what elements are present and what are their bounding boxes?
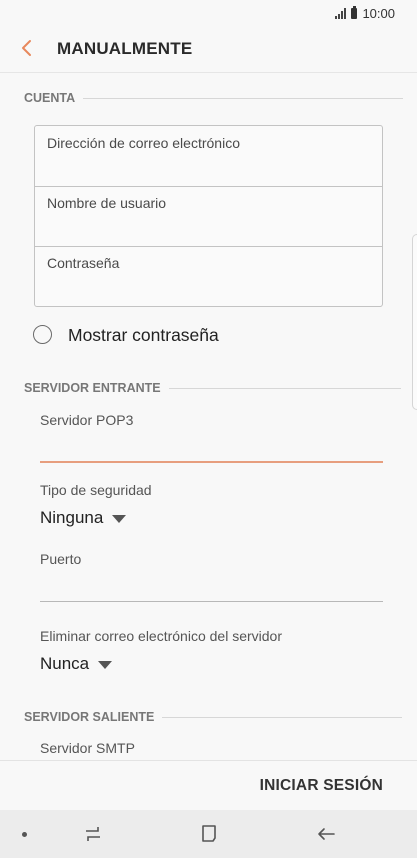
show-password-label[interactable]: Mostrar contraseña xyxy=(68,325,219,346)
security-type-value: Ninguna xyxy=(40,508,104,527)
section-label: SERVIDOR ENTRANTE xyxy=(24,381,161,395)
pop3-server-label: Servidor POP3 xyxy=(40,412,134,428)
security-type-label: Tipo de seguridad xyxy=(40,482,152,498)
username-field-label: Nombre de usuario xyxy=(47,195,167,211)
section-header-cuenta: CUENTA xyxy=(24,91,404,105)
recent-apps-icon[interactable] xyxy=(81,822,105,846)
pop3-server-input[interactable] xyxy=(40,461,383,463)
page-title: MANUALMENTE xyxy=(57,39,193,58)
show-password-radio[interactable] xyxy=(33,325,52,344)
security-type-dropdown[interactable]: Ninguna xyxy=(40,508,127,528)
dropdown-arrow-icon xyxy=(112,515,127,523)
delete-from-server-dropdown[interactable]: Nunca xyxy=(40,654,113,674)
navigation-bar xyxy=(0,810,417,858)
section-header-outgoing: SERVIDOR SALIENTE xyxy=(24,710,403,724)
delete-from-server-label: Eliminar correo electrónico del servidor xyxy=(40,628,282,644)
account-fields-box: Dirección de correo electrónico Nombre d… xyxy=(34,125,383,307)
section-divider xyxy=(83,97,404,99)
home-icon[interactable] xyxy=(197,822,221,846)
section-label: SERVIDOR SALIENTE xyxy=(24,710,155,724)
app-header: MANUALMENTE xyxy=(0,26,417,72)
status-bar: 10:00 xyxy=(0,0,417,26)
password-field-label: Contraseña xyxy=(47,255,120,271)
email-field[interactable]: Dirección de correo electrónico xyxy=(35,126,382,186)
header-divider xyxy=(0,72,417,73)
status-icons: 10:00 xyxy=(335,6,395,21)
signal-icon xyxy=(335,8,347,19)
signin-button[interactable]: INICIAR SESIÓN xyxy=(260,777,383,795)
section-label: CUENTA xyxy=(24,91,76,105)
scroll-handle[interactable] xyxy=(412,234,417,410)
email-field-label: Dirección de correo electrónico xyxy=(47,135,240,151)
bottom-action-bar: INICIAR SESIÓN xyxy=(0,760,417,810)
port-input[interactable] xyxy=(40,601,383,602)
section-divider xyxy=(168,387,401,389)
username-field[interactable]: Nombre de usuario xyxy=(35,186,382,246)
port-label: Puerto xyxy=(40,551,82,567)
dot-icon[interactable] xyxy=(22,832,27,837)
password-field[interactable]: Contraseña xyxy=(35,246,382,306)
section-header-incoming: SERVIDOR ENTRANTE xyxy=(24,381,401,395)
delete-from-server-value: Nunca xyxy=(40,654,90,673)
smtp-server-label: Servidor SMTP xyxy=(40,740,135,756)
back-chevron-icon[interactable] xyxy=(16,36,40,60)
back-arrow-icon[interactable] xyxy=(314,822,338,846)
clock: 10:00 xyxy=(362,6,395,21)
battery-icon xyxy=(351,6,358,19)
section-divider xyxy=(162,716,403,718)
dropdown-arrow-icon xyxy=(98,661,113,669)
